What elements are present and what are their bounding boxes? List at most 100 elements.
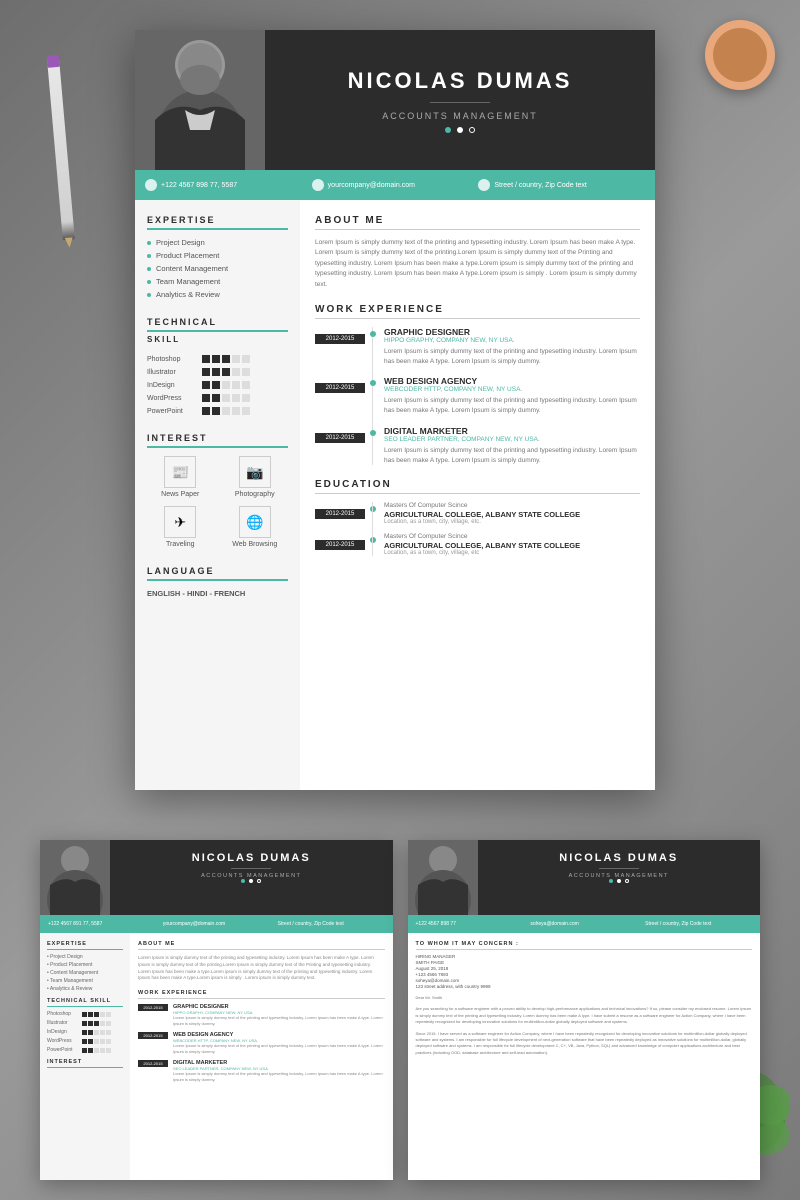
letter-body-1: Are you searching for a software enginee… xyxy=(416,1006,753,1025)
mini-header-info-1: NICOLAS DUMAS ACCOUNTS MANAGEMENT xyxy=(110,840,393,915)
sidebar: EXPERTISE Project Design Product Placeme… xyxy=(135,200,300,790)
mini-dot xyxy=(249,879,253,883)
mini-skill-4: WordPress xyxy=(47,1038,123,1044)
bullet-icon xyxy=(147,293,151,297)
contact-bar: +122 4567 898 77, 5587 yourcompany@domai… xyxy=(135,170,655,200)
interest-newspaper: 📰 News Paper xyxy=(147,456,214,498)
skill-illustrator: Illustrator xyxy=(147,368,288,376)
bar-empty xyxy=(232,394,240,402)
job-content-1: GRAPHIC DESIGNER HIPPO GRAPHY, COMPANY N… xyxy=(384,327,640,367)
bar-empty xyxy=(232,407,240,415)
mini-skill-5: PowerPoint xyxy=(47,1047,123,1053)
mini-photo-2 xyxy=(408,840,478,915)
job-company-3: SEO LEADER PARTNER, COMPANY NEW, NY USA. xyxy=(384,436,640,443)
mini-exp-2: • Product Placement xyxy=(47,962,123,968)
interest-label: Traveling xyxy=(166,541,195,548)
job-title-3: DIGITAL MARKETER xyxy=(384,426,640,436)
year-badge: 2012-2015 xyxy=(315,334,365,344)
mini-interest-title: INTEREST xyxy=(47,1059,123,1068)
edu-item-1: 2012-2015 Masters Of Computer Scince AGR… xyxy=(315,502,640,525)
work-section: WORK EXPERIENCE 2012-2015 GRAPHIC DESIGN… xyxy=(315,304,640,466)
job-company-1: HIPPO GRAPHY, COMPANY NEW, NY USA. xyxy=(384,337,640,344)
skill-wordpress: WordPress xyxy=(147,394,288,402)
mini-sidebar-1: EXPERTISE • Project Design • Product Pla… xyxy=(40,933,130,1180)
mini-dot xyxy=(241,879,245,883)
dot-2 xyxy=(457,127,463,133)
edu-location-2: Location, as a town, city, village, etc xyxy=(384,550,640,556)
year-badge: 2012-2015 xyxy=(315,540,365,550)
interest-label: News Paper xyxy=(161,491,199,498)
job-content-2: WEB DESIGN AGENCY WEBCODER HTTP, COMPANY… xyxy=(384,376,640,416)
mini-address: Street / country, Zip Code text xyxy=(278,921,385,927)
job-title-2: WEB DESIGN AGENCY xyxy=(384,376,640,386)
bullet-icon xyxy=(147,280,151,284)
bar-empty xyxy=(242,381,250,389)
technical-section: TEchnical SKILL Photoshop Illustrator xyxy=(147,317,288,415)
bar xyxy=(212,368,220,376)
letter-address: 123 street address, with country 9999 xyxy=(416,984,753,989)
mini-contact-bar-1: +122 4567 891 77, 5587 yourcompany@domai… xyxy=(40,915,393,933)
edu-year-1: 2012-2015 xyxy=(315,502,370,525)
mini-main-1: ABOUT ME Lorem Ipsum is simply dummy tex… xyxy=(130,933,393,1180)
education-title: EDUCATION xyxy=(315,479,640,494)
year-badge: 2012-2015 xyxy=(315,383,365,393)
interest-title: INTEREST xyxy=(147,433,288,448)
edu-location-1: Location, as a town, city, village, etc. xyxy=(384,519,640,525)
timeline-dot xyxy=(370,331,376,337)
phone-text: +122 4567 898 77, 5587 xyxy=(161,182,237,189)
mini-skill-2: Illustrator xyxy=(47,1020,123,1026)
mini-dot xyxy=(609,879,613,883)
interest-photography: 📷 Photography xyxy=(222,456,289,498)
edu-school-2: AGRICULTURAL COLLEGE, ALBANY STATE COLLE… xyxy=(384,541,640,550)
expertise-item-5: Analytics & Review xyxy=(147,290,288,299)
job-item-1: 2012-2015 GRAPHIC DESIGNER HIPPO GRAPHY,… xyxy=(315,327,640,367)
expertise-item-3: Content Management xyxy=(147,264,288,273)
coffee-inner xyxy=(713,28,767,82)
bar-empty xyxy=(242,407,250,415)
skill-bars xyxy=(202,394,250,402)
resume-title: ACCOUNTS MANAGEMENT xyxy=(285,111,635,121)
mini-bars xyxy=(82,1021,111,1026)
work-title: WORK EXPERIENCE xyxy=(315,304,640,319)
resume-card: NICOLAS DUMAS ACCOUNTS MANAGEMENT +122 4… xyxy=(135,30,655,790)
pencil-eraser xyxy=(47,55,60,68)
job-title-1: GRAPHIC DESIGNER xyxy=(384,327,640,337)
bar-empty xyxy=(222,407,230,415)
mini-address-2: Street / country, Zip Code text xyxy=(645,921,752,927)
letter-date: August 25, 2018 xyxy=(416,966,753,971)
bar-empty xyxy=(232,381,240,389)
mini-about-text: Lorem Ipsum is simply dummy text of the … xyxy=(138,955,385,982)
newspaper-icon: 📰 xyxy=(164,456,196,488)
mini-name-1: NICOLAS DUMAS xyxy=(122,852,381,864)
pencil-tip xyxy=(65,237,74,248)
bullet-icon xyxy=(147,254,151,258)
timeline-dot xyxy=(370,537,376,543)
skill-bars xyxy=(202,368,250,376)
job-item-3: 2012-2015 DIGITAL MARKETER SEO LEADER PA… xyxy=(315,426,640,466)
mini-bars xyxy=(82,1039,111,1044)
bottom-row: NICOLAS DUMAS ACCOUNTS MANAGEMENT +122 4… xyxy=(40,840,760,1180)
job-desc-2: Lorem Ipsum is simply dummy text of the … xyxy=(384,396,640,416)
email-icon xyxy=(312,179,324,191)
letter-name: SMITH PAIGE xyxy=(416,960,753,965)
header-divider xyxy=(430,102,490,103)
bullet-icon xyxy=(147,241,151,245)
mini-job-2: 2012-2015 WEB DESIGN AGENCY WEBCODER HTT… xyxy=(138,1032,385,1054)
bar xyxy=(212,394,220,402)
education-section: EDUCATION 2012-2015 Masters Of Computer … xyxy=(315,479,640,556)
interest-grid: 📰 News Paper 📷 Photography ✈ Traveling 🌐… xyxy=(147,456,288,548)
mini-header-info-2: NICOLAS DUMAS ACCOUNTS MANAGEMENT xyxy=(478,840,761,915)
year-badge: 2012-2015 xyxy=(315,433,365,443)
mini-email: yourcompany@domain.com xyxy=(163,921,270,927)
mini-photo-1 xyxy=(40,840,110,915)
expertise-section: EXPERTISE Project Design Product Placeme… xyxy=(147,215,288,299)
mini-exp-1: • Project Design xyxy=(47,954,123,960)
skill-bars xyxy=(202,355,250,363)
about-section: ABOUT ME Lorem Ipsum is simply dummy tex… xyxy=(315,215,640,290)
resume-header: NICOLAS DUMAS ACCOUNTS MANAGEMENT xyxy=(135,30,655,170)
language-section: LANGUAGE ENGLISH - HINDI - FRENCH xyxy=(147,566,288,598)
mini-tech-title: TECHNICAL SKILL xyxy=(47,998,123,1007)
edu-degree-2: Masters Of Computer Scince xyxy=(384,533,640,540)
mini-year: 2012-2015 xyxy=(138,1060,168,1067)
mini-job-desc: Lorem Ipsum is simply dummy text of the … xyxy=(173,1071,385,1082)
